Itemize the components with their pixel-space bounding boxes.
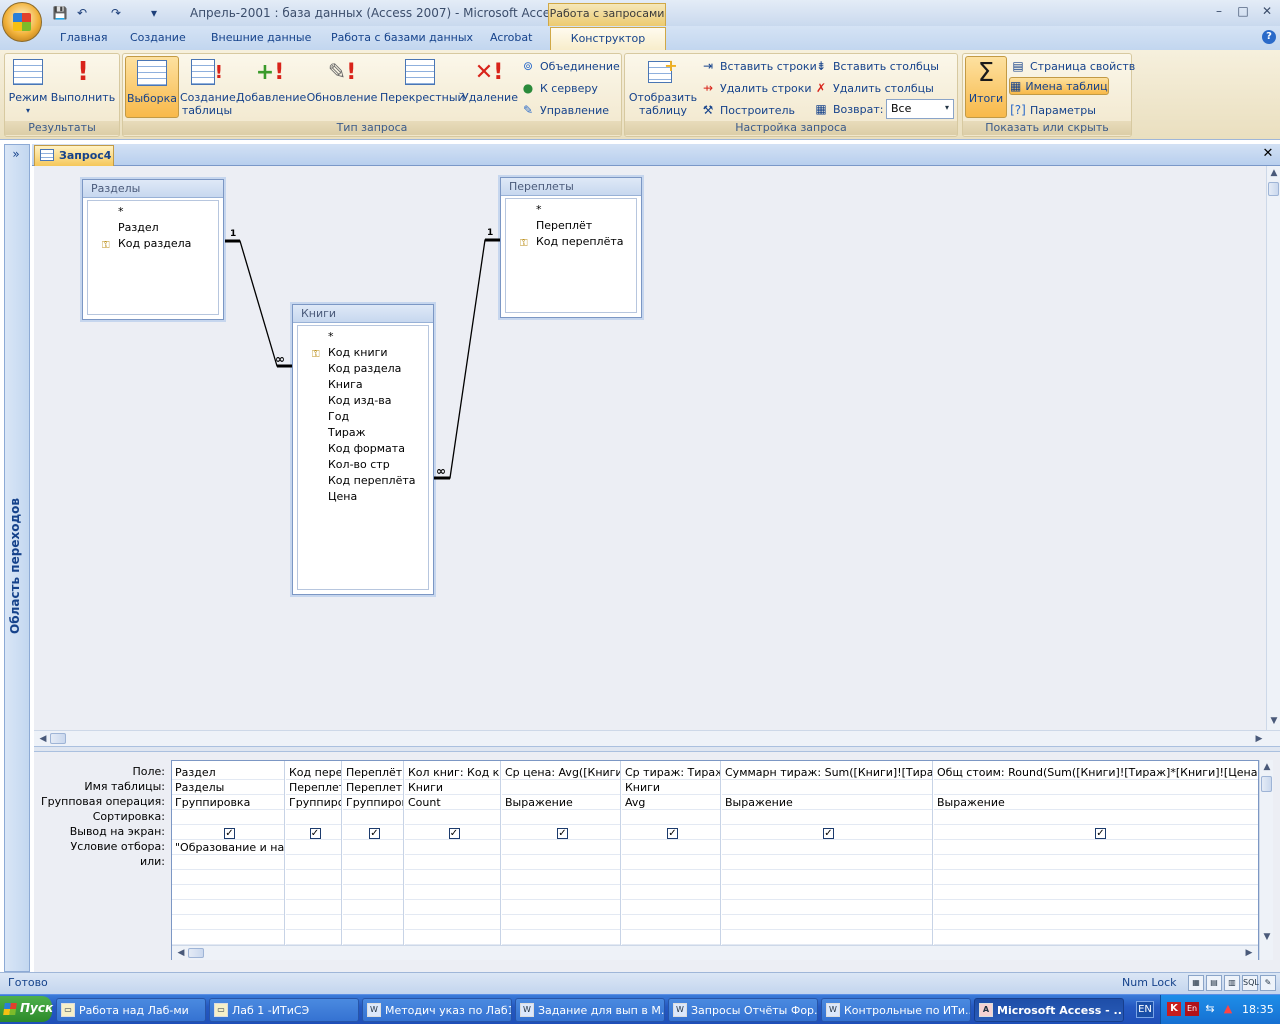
- relation-one-label: 1: [487, 228, 494, 238]
- relationship-line-razdely-knigi: [225, 240, 292, 367]
- office-logo-icon: [13, 13, 31, 31]
- relation-many-label: ∞: [436, 464, 446, 478]
- relationship-line-knigi-pereplety: [434, 239, 500, 479]
- relationship-lines: [225, 238, 500, 480]
- relation-many-label: ∞: [275, 352, 285, 366]
- office-button[interactable]: [2, 2, 42, 42]
- relation-one-label: 1: [230, 229, 237, 239]
